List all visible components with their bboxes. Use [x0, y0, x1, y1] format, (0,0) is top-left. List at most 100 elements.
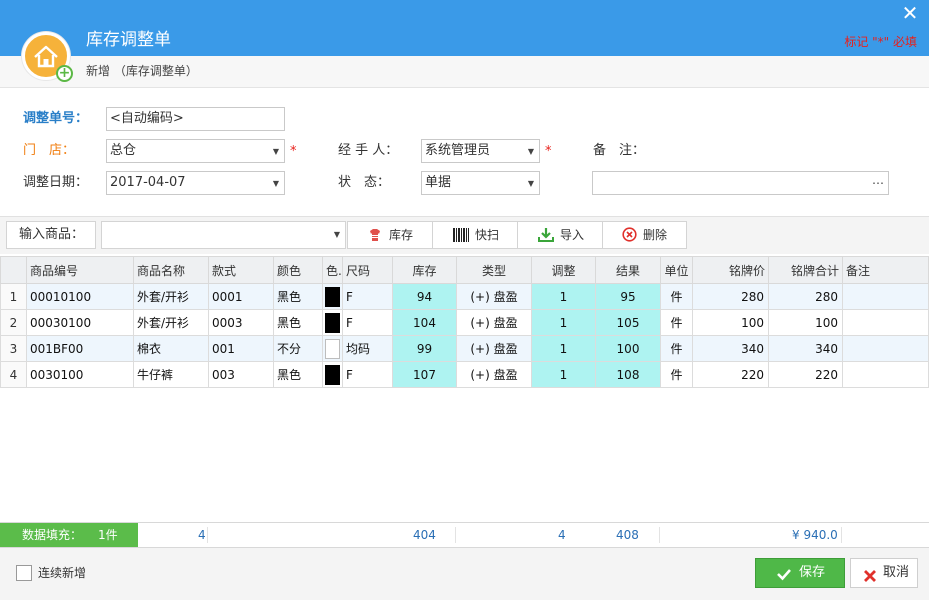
table-row[interactable]: 3 001BF00 棉衣 001 不分 均码 99 (+) 盘盈 1 100 件… — [0, 335, 929, 362]
cell-price[interactable]: 280 — [692, 283, 769, 310]
cell-name[interactable]: 棉衣 — [133, 335, 209, 362]
cell-unit[interactable]: 件 — [660, 361, 693, 388]
cell-adjust[interactable]: 1 — [531, 309, 596, 336]
chevron-down-icon: ▼ — [333, 230, 340, 239]
stock-button[interactable]: 库存 — [347, 221, 433, 249]
cell-style[interactable]: 001 — [208, 335, 274, 362]
cell-code[interactable]: 00030100 — [26, 309, 134, 336]
column-header[interactable]: 铭牌价 — [692, 256, 769, 284]
cell-total[interactable]: 100 — [768, 309, 843, 336]
store-select[interactable]: 总仓 ▼ — [106, 139, 285, 163]
cell-code[interactable]: 0030100 — [26, 361, 134, 388]
cell-name[interactable]: 外套/开衫 — [133, 283, 209, 310]
cell-size[interactable]: F — [342, 309, 393, 336]
status-select[interactable]: 单据 ▼ — [421, 171, 540, 195]
cell-unit[interactable]: 件 — [660, 309, 693, 336]
cell-stock[interactable]: 104 — [392, 309, 457, 336]
cell-style[interactable]: 003 — [208, 361, 274, 388]
close-icon — [863, 566, 877, 594]
handler-select[interactable]: 系统管理员 ▼ — [421, 139, 540, 163]
cell-total[interactable]: 280 — [768, 283, 843, 310]
column-header[interactable]: 备注 — [842, 256, 929, 284]
sum-adjust: 4 — [558, 528, 566, 542]
column-header[interactable]: 类型 — [456, 256, 532, 284]
table-row[interactable]: 1 00010100 外套/开衫 0001 黑色 F 94 (+) 盘盈 1 9… — [0, 283, 929, 310]
cell-name[interactable]: 外套/开衫 — [133, 309, 209, 336]
cell-total[interactable]: 220 — [768, 361, 843, 388]
column-header[interactable]: 色. — [322, 256, 343, 284]
quick-scan-button[interactable]: 快扫 — [432, 221, 518, 249]
cell-total[interactable]: 340 — [768, 335, 843, 362]
cell-name[interactable]: 牛仔裤 — [133, 361, 209, 388]
download-icon — [538, 222, 554, 251]
cell-adjust[interactable]: 1 — [531, 283, 596, 310]
cell-result[interactable]: 100 — [595, 335, 661, 362]
cell-note[interactable] — [842, 361, 929, 388]
cell-color[interactable]: 黑色 — [273, 309, 323, 336]
cell-note[interactable] — [842, 309, 929, 336]
cell-adjust[interactable]: 1 — [531, 335, 596, 362]
cell-result[interactable]: 95 — [595, 283, 661, 310]
cell-stock[interactable]: 107 — [392, 361, 457, 388]
import-label: 导入 — [560, 228, 585, 242]
save-label: 保存 — [799, 565, 826, 580]
remark-label: 备 注： — [593, 143, 646, 158]
column-header[interactable]: 结果 — [595, 256, 661, 284]
product-search-input[interactable]: ▼ — [101, 221, 346, 249]
cell-type[interactable]: (+) 盘盈 — [456, 283, 532, 310]
cell-unit[interactable]: 件 — [660, 335, 693, 362]
continue-add-checkbox[interactable] — [16, 565, 32, 581]
chevron-down-icon: ▼ — [272, 179, 279, 188]
cell-unit[interactable]: 件 — [660, 283, 693, 310]
cell-price[interactable]: 340 — [692, 335, 769, 362]
sum-amount: ¥ 940.0 — [792, 528, 838, 542]
cell-note[interactable] — [842, 283, 929, 310]
cell-style[interactable]: 0003 — [208, 309, 274, 336]
cell-result[interactable]: 108 — [595, 361, 661, 388]
column-header[interactable]: 铭牌合计 — [768, 256, 843, 284]
close-button[interactable]: ✕ — [901, 3, 919, 23]
cell-type[interactable]: (+) 盘盈 — [456, 309, 532, 336]
cell-color[interactable]: 不分 — [273, 335, 323, 362]
order-no-field[interactable]: <自动编码> — [106, 107, 285, 131]
continue-add-label[interactable]: 连续新增 — [38, 565, 86, 581]
date-picker[interactable]: 2017-04-07 ▼ — [106, 171, 285, 195]
cell-price[interactable]: 220 — [692, 361, 769, 388]
column-header[interactable]: 商品编号 — [26, 256, 134, 284]
cell-result[interactable]: 105 — [595, 309, 661, 336]
remark-field[interactable]: … — [592, 171, 889, 195]
cell-style[interactable]: 0001 — [208, 283, 274, 310]
cell-stock[interactable]: 94 — [392, 283, 457, 310]
summary-divider — [207, 527, 208, 543]
cell-adjust[interactable]: 1 — [531, 361, 596, 388]
column-header[interactable]: 调整 — [531, 256, 596, 284]
cell-price[interactable]: 100 — [692, 309, 769, 336]
cell-code[interactable]: 00010100 — [26, 283, 134, 310]
cell-type[interactable]: (+) 盘盈 — [456, 361, 532, 388]
sum-result: 408 — [616, 528, 639, 542]
column-header[interactable]: 款式 — [208, 256, 274, 284]
ellipsis-icon[interactable]: … — [872, 172, 884, 191]
delete-button[interactable]: 删除 — [602, 221, 687, 249]
cell-size[interactable]: 均码 — [342, 335, 393, 362]
add-badge-icon: + — [56, 65, 73, 82]
column-header[interactable]: 尺码 — [342, 256, 393, 284]
save-button[interactable]: 保存 — [755, 558, 845, 588]
cell-stock[interactable]: 99 — [392, 335, 457, 362]
cell-note[interactable] — [842, 335, 929, 362]
import-button[interactable]: 导入 — [517, 221, 603, 249]
cell-code[interactable]: 001BF00 — [26, 335, 134, 362]
cell-color[interactable]: 黑色 — [273, 361, 323, 388]
column-header[interactable]: 颜色 — [273, 256, 323, 284]
cell-type[interactable]: (+) 盘盈 — [456, 335, 532, 362]
delete-label: 删除 — [643, 228, 668, 242]
cell-size[interactable]: F — [342, 361, 393, 388]
cancel-button[interactable]: 取消 — [850, 558, 918, 588]
table-row[interactable]: 4 0030100 牛仔裤 003 黑色 F 107 (+) 盘盈 1 108 … — [0, 361, 929, 388]
cell-color[interactable]: 黑色 — [273, 283, 323, 310]
column-header[interactable]: 商品名称 — [133, 256, 209, 284]
column-header[interactable]: 单位 — [660, 256, 693, 284]
column-header[interactable]: 库存 — [392, 256, 457, 284]
table-row[interactable]: 2 00030100 外套/开衫 0003 黑色 F 104 (+) 盘盈 1 … — [0, 309, 929, 336]
cell-size[interactable]: F — [342, 283, 393, 310]
